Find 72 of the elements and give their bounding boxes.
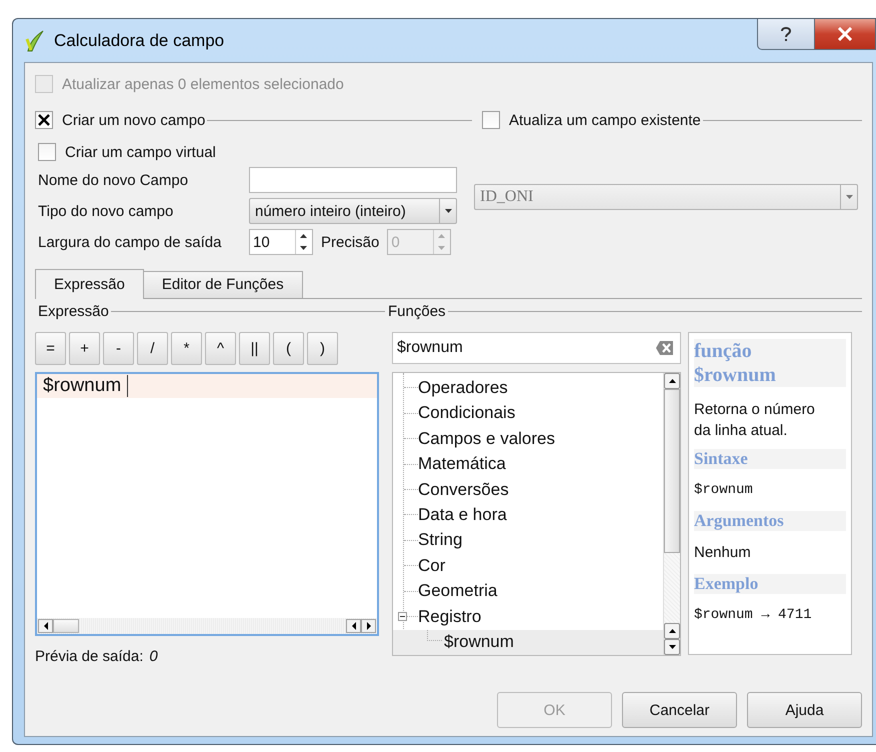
type-dropdown[interactable]: número inteiro (inteiro) — [249, 198, 457, 224]
scrollbar-thumb[interactable] — [664, 389, 680, 553]
field-label: Precisão — [321, 234, 380, 250]
group-heading: Funções — [387, 303, 446, 320]
name-field[interactable] — [249, 167, 457, 193]
checkbox-label: Criar um campo virtual — [65, 144, 216, 160]
operator-button[interactable]: - — [103, 332, 134, 365]
scrollbar[interactable] — [663, 373, 680, 655]
dialog-button[interactable]: Ajuda — [747, 692, 862, 728]
scrollbar[interactable] — [37, 618, 377, 634]
tree-item[interactable]: Cor — [393, 553, 663, 579]
help-text: $rownum — [694, 482, 754, 498]
left-arrow-icon[interactable] — [42, 622, 48, 630]
app-icon — [24, 28, 46, 52]
width-spinbox[interactable]: 10 — [249, 229, 313, 255]
preview-text: Prévia de saída: 0 — [35, 648, 159, 665]
help-heading: Argumentos — [694, 511, 846, 531]
help-description: Retorna o número da linha atual. — [694, 400, 816, 441]
tree-item[interactable]: Condicionais — [393, 400, 663, 426]
operator-button[interactable]: * — [171, 332, 202, 365]
checkbox-label: Atualizar apenas 0 elementos selecionado — [62, 76, 344, 92]
tree-item[interactable]: Operadores — [393, 375, 663, 400]
field-label: Largura do campo de saída — [37, 234, 222, 250]
search-field[interactable]: $rownum — [392, 332, 681, 364]
expression-text: $rownum — [43, 375, 122, 397]
scrollbar-thumb[interactable] — [53, 619, 79, 633]
operator-button[interactable]: ( — [273, 332, 304, 365]
operator-button[interactable]: / — [137, 332, 168, 365]
clear-icon[interactable] — [656, 340, 674, 356]
checkbox[interactable] — [482, 111, 500, 129]
operator-button[interactable]: ) — [307, 332, 338, 365]
tree-item[interactable]: Conversões — [393, 476, 663, 502]
tree-item[interactable]: Data e hora — [393, 502, 663, 528]
field-label: Nome do novo Campo — [37, 172, 190, 188]
dialog-button[interactable]: Cancelar — [622, 692, 737, 728]
help-title: função $rownum — [694, 339, 846, 387]
tree-item[interactable]: Registro — [393, 604, 663, 630]
checkbox-label: Criar um novo campo — [62, 112, 206, 128]
checkbox[interactable] — [38, 143, 56, 161]
expression-editor[interactable]: $rownum — [35, 372, 379, 636]
help-text: Nenhum — [694, 544, 752, 561]
up-arrow-icon[interactable] — [668, 378, 676, 384]
tree-item[interactable]: $rownum — [393, 630, 663, 655]
help-text: $rownum → 4711 — [694, 607, 813, 623]
right-arrow-icon[interactable] — [366, 622, 372, 630]
checkbox-label: Atualiza um campo existente — [509, 112, 701, 128]
tab[interactable]: Expressão — [35, 269, 144, 299]
help-icon — [779, 25, 793, 43]
operator-button[interactable]: + — [69, 332, 100, 365]
group-heading: Expressão — [37, 303, 109, 320]
operator-button[interactable]: = — [35, 332, 66, 365]
dropdown-arrow-icon — [844, 194, 854, 200]
dropdown-arrow-icon — [444, 208, 452, 214]
close-button[interactable] — [815, 19, 876, 50]
tab[interactable]: Editor de Funções — [142, 271, 303, 298]
tree-item[interactable]: Campos e valores — [393, 426, 663, 452]
help-heading: Exemplo — [694, 574, 846, 594]
up-arrow-icon[interactable] — [668, 628, 676, 634]
help-heading: Sintaxe — [694, 449, 846, 469]
operator-button[interactable]: ^ — [205, 332, 236, 365]
help-button[interactable] — [757, 19, 815, 50]
tree-item[interactable]: String — [393, 528, 663, 554]
collapse-icon[interactable] — [398, 612, 407, 622]
down-arrow-icon[interactable] — [668, 644, 676, 650]
tree-item[interactable]: Matemática — [393, 451, 663, 477]
checkbox[interactable] — [35, 111, 53, 129]
window-title: Calculadora de campo — [54, 30, 224, 50]
close-icon — [837, 27, 853, 41]
field-label: Tipo do novo campo — [37, 202, 174, 220]
tree-item[interactable]: Geometria — [393, 578, 663, 604]
left-arrow-icon[interactable] — [350, 622, 356, 630]
operator-button[interactable]: || — [239, 332, 270, 365]
